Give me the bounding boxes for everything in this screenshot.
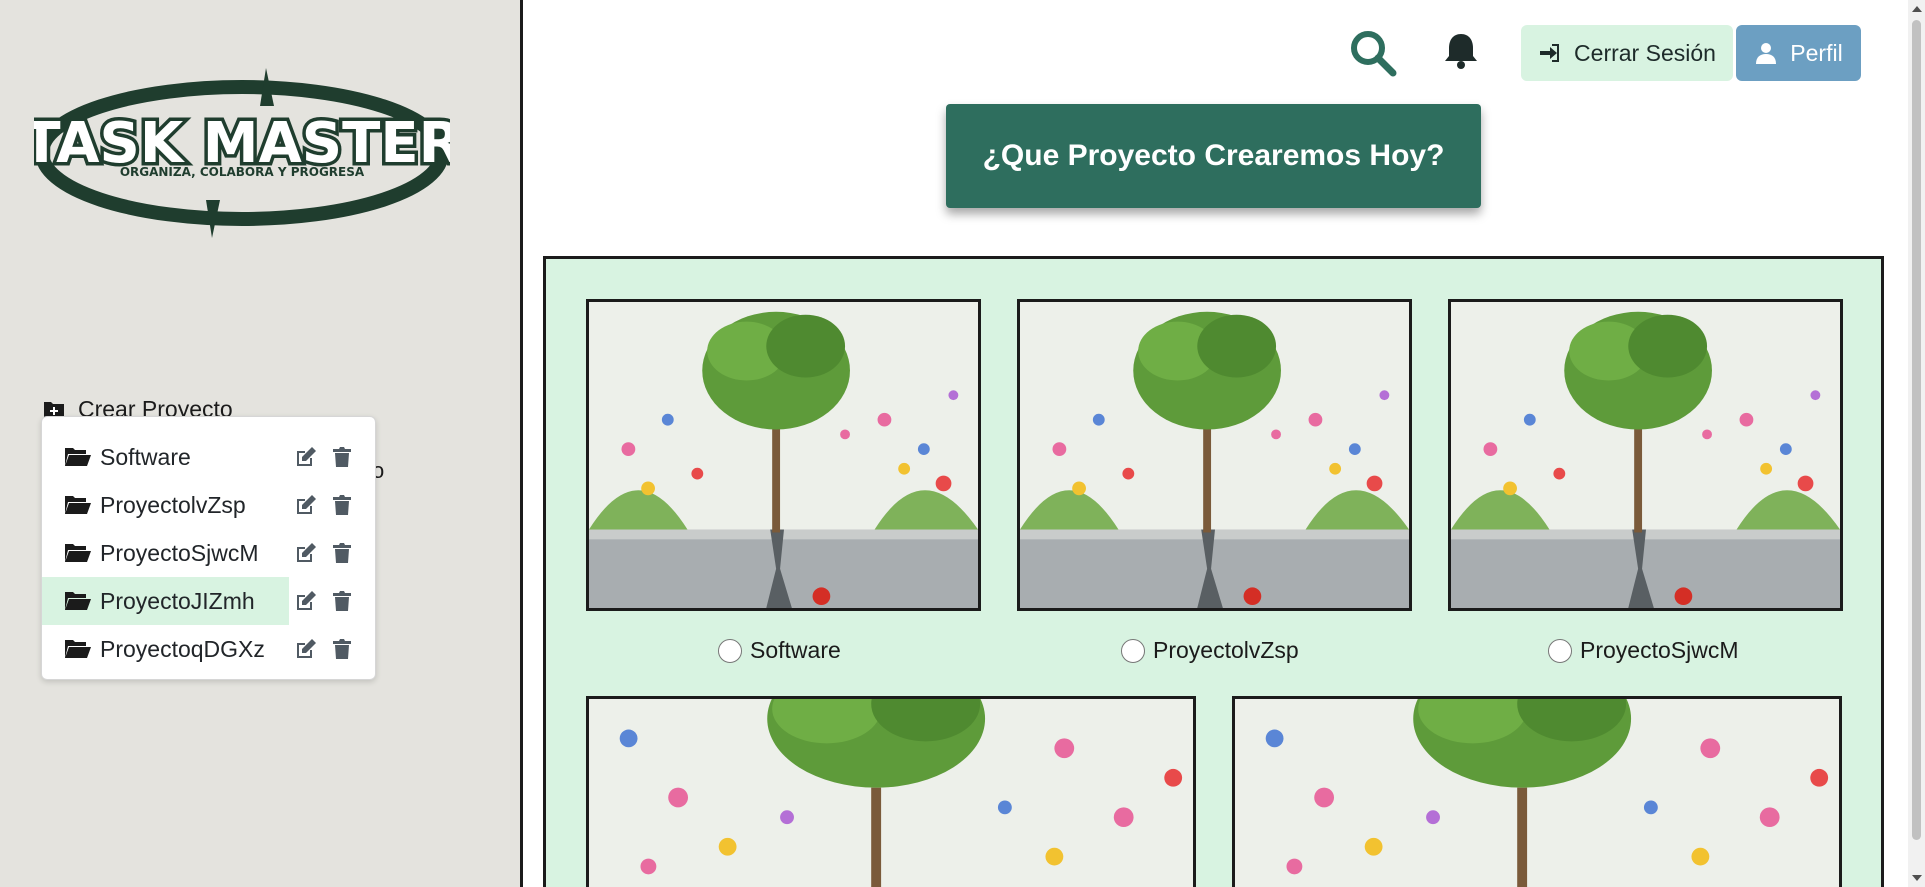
folder-open-icon <box>65 592 91 610</box>
project-name: ProyectoSjwcM <box>100 539 259 566</box>
project-card[interactable]: ProyectolvZsp <box>1017 299 1412 674</box>
project-link[interactable]: ProyectoJIZmh <box>42 577 289 625</box>
project-link[interactable]: ProyectoqDGXz <box>42 625 289 673</box>
trash-icon[interactable] <box>330 445 354 469</box>
edit-icon[interactable] <box>294 589 318 613</box>
trash-icon[interactable] <box>330 493 354 517</box>
perfil-label: Perfil <box>1790 39 1843 66</box>
project-item[interactable]: ProyectoqDGXz <box>42 625 375 673</box>
project-option[interactable]: ProyectoSjwcM <box>1548 637 1738 664</box>
sign-in-icon <box>1540 44 1560 62</box>
perfil-button[interactable]: Perfil <box>1736 25 1861 81</box>
trash-icon[interactable] <box>330 541 354 565</box>
edit-icon[interactable] <box>294 493 318 517</box>
project-card[interactable]: ProyectoSjwcM <box>1448 299 1843 674</box>
project-option[interactable]: Software <box>718 637 841 664</box>
scroll-up-arrow-icon[interactable] <box>1912 6 1922 12</box>
edit-icon[interactable] <box>294 541 318 565</box>
tree-flowers-image <box>1235 699 1839 887</box>
project-card[interactable]: Software <box>586 299 981 674</box>
project-card[interactable] <box>586 696 1196 887</box>
radio-button[interactable] <box>1548 638 1572 663</box>
project-link[interactable]: ProyectoSjwcM <box>42 529 289 577</box>
project-option[interactable]: ProyectolvZsp <box>1121 637 1299 664</box>
projects-dropdown: Software ProyectolvZsp ProyectoSjwcM Pro… <box>41 416 376 680</box>
project-option-label: ProyectolvZsp <box>1153 637 1299 663</box>
folder-open-icon <box>65 448 91 466</box>
tree-flowers-image <box>1451 302 1840 608</box>
project-name: ProyectoqDGXz <box>100 635 265 662</box>
project-item-active[interactable]: ProyectoJIZmh <box>42 577 375 625</box>
main-content: Cerrar Sesión Perfil ¿Que Proyecto Crear… <box>526 0 1908 887</box>
project-image[interactable] <box>586 299 981 611</box>
project-image[interactable] <box>1017 299 1412 611</box>
projects-panel: Software ProyectolvZsp ProyectoSjwcM <box>543 256 1884 887</box>
user-icon <box>1756 43 1777 64</box>
folder-open-icon <box>65 640 91 658</box>
radio-button[interactable] <box>718 638 742 663</box>
search-icon[interactable] <box>1348 28 1398 78</box>
svg-text:ORGANIZA, COLABORA Y PROGRESA: ORGANIZA, COLABORA Y PROGRESA <box>120 165 365 179</box>
project-image[interactable] <box>1448 299 1843 611</box>
trash-icon[interactable] <box>330 637 354 661</box>
bell-icon[interactable] <box>1443 32 1479 70</box>
edit-icon[interactable] <box>294 637 318 661</box>
folder-open-icon <box>65 496 91 514</box>
project-link[interactable]: ProyectolvZsp <box>42 481 289 529</box>
project-image[interactable] <box>1232 696 1842 887</box>
sidebar: TASK MASTER ORGANIZA, COLABORA Y PROGRES… <box>0 0 523 887</box>
tree-flowers-image <box>1020 302 1409 608</box>
project-card[interactable] <box>1232 696 1842 887</box>
cerrar-sesion-label: Cerrar Sesión <box>1574 39 1716 66</box>
project-name: ProyectolvZsp <box>100 491 246 518</box>
folder-open-icon <box>65 544 91 562</box>
hero-banner: ¿Que Proyecto Crearemos Hoy? <box>946 104 1481 208</box>
radio-button[interactable] <box>1121 638 1145 663</box>
project-name: Software <box>100 443 191 470</box>
edit-icon[interactable] <box>294 445 318 469</box>
project-item[interactable]: Software <box>42 433 375 481</box>
tree-flowers-image <box>589 302 978 608</box>
project-image[interactable] <box>586 696 1196 887</box>
project-link[interactable]: Software <box>42 433 289 481</box>
task-master-logo: TASK MASTER ORGANIZA, COLABORA Y PROGRES… <box>34 68 450 238</box>
project-item[interactable]: ProyectoSjwcM <box>42 529 375 577</box>
project-name: ProyectoJIZmh <box>100 587 255 614</box>
cerrar-sesion-button[interactable]: Cerrar Sesión <box>1521 25 1733 81</box>
scroll-down-arrow-icon[interactable] <box>1912 875 1922 881</box>
scroll-thumb[interactable] <box>1912 20 1921 840</box>
project-item[interactable]: ProyectolvZsp <box>42 481 375 529</box>
vertical-scrollbar[interactable] <box>1908 0 1925 887</box>
project-option-label: Software <box>750 637 841 663</box>
trash-icon[interactable] <box>330 589 354 613</box>
tree-flowers-image <box>589 699 1193 887</box>
project-option-label: ProyectoSjwcM <box>1580 637 1739 663</box>
